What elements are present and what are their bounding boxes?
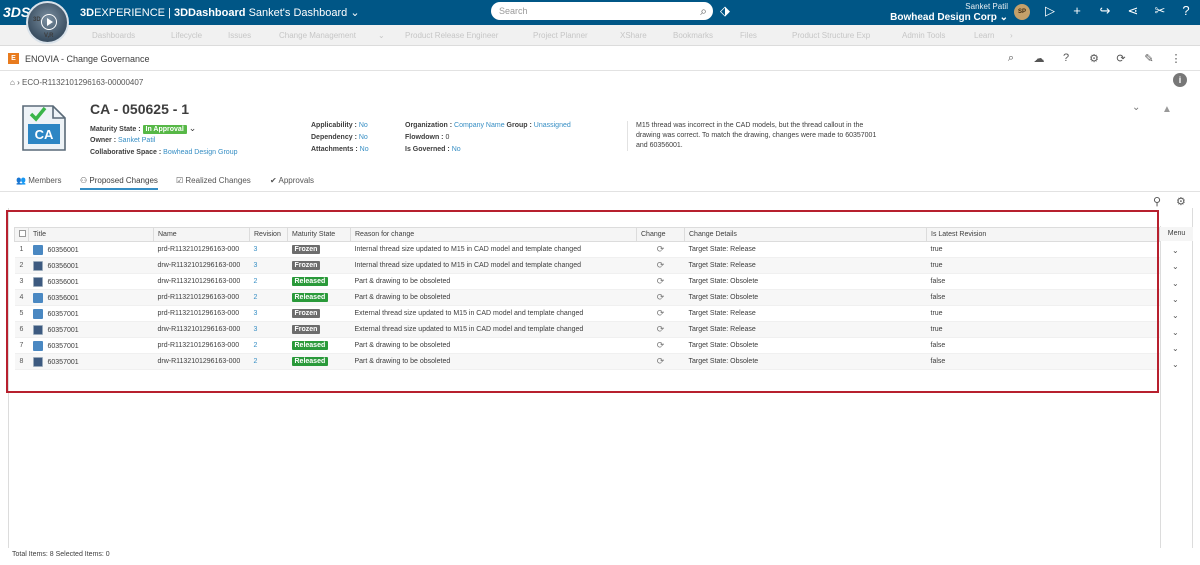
- tab-files[interactable]: Files: [740, 31, 757, 40]
- dashboard-name[interactable]: Sanket's Dashboard: [249, 7, 348, 19]
- tab-dashboards[interactable]: Dashboards: [92, 31, 135, 40]
- owner-link[interactable]: Sanket Patil: [118, 137, 155, 144]
- maturity-state: Maturity State : In Approval ⌄: [90, 123, 197, 134]
- tab-xshare[interactable]: XShare: [620, 31, 647, 40]
- row-menu-chevron-icon[interactable]: ⌄: [1172, 311, 1179, 320]
- tab-change-management[interactable]: Change Management: [279, 31, 356, 40]
- row-menu-chevron-icon[interactable]: ⌄: [1172, 246, 1179, 255]
- tab-admin-tools[interactable]: Admin Tools: [902, 31, 945, 40]
- breadcrumb: ⌂ › ECO-R1132101296163-00000407: [10, 78, 143, 87]
- person-icon: ⚇: [80, 176, 88, 185]
- is-governed: Is Governed : No: [405, 146, 461, 153]
- search-input[interactable]: Search ⌕: [491, 2, 713, 20]
- top-bar: 3DS 3DEXPERIENCE | 3DDashboard Sanket's …: [0, 0, 1200, 25]
- chevron-down-icon[interactable]: ⌄: [378, 31, 385, 40]
- tools-icon[interactable]: ✂: [1151, 3, 1169, 19]
- row-menu-chevron-icon[interactable]: ⌄: [1172, 360, 1179, 369]
- tab-proposed-changes[interactable]: ⚇ Proposed Changes: [80, 176, 158, 190]
- attachments: Attachments : No: [311, 146, 369, 153]
- tab-issues[interactable]: Issues: [228, 31, 251, 40]
- tab-learn[interactable]: Learn: [974, 31, 994, 40]
- user-name: Sanket Patil: [965, 2, 1008, 11]
- cloud-icon[interactable]: ☁: [1031, 52, 1047, 65]
- column-menu: Menu: [1160, 227, 1193, 241]
- company-name[interactable]: Bowhead Design Corp ⌄: [880, 12, 1008, 23]
- tab-bookmarks[interactable]: Bookmarks: [673, 31, 713, 40]
- chevron-down-icon[interactable]: ⌄: [350, 7, 359, 19]
- user-info[interactable]: Sanket Patil Bowhead Design Corp ⌄: [880, 1, 1008, 23]
- applicability: Applicability : No: [311, 122, 368, 129]
- page-title: CA - 050625 - 1: [90, 101, 190, 117]
- checklist-icon: ☑: [176, 176, 184, 185]
- highlight-box: [6, 210, 1159, 393]
- row-menu-chevron-icon[interactable]: ⌄: [1172, 262, 1179, 271]
- description: M15 thread was incorrect in the CAD mode…: [627, 121, 887, 151]
- check-circle-icon: ✔: [270, 176, 277, 185]
- row-menu-chevron-icon[interactable]: ⌄: [1172, 279, 1179, 288]
- compass-icon[interactable]: 3D V,R: [26, 1, 69, 44]
- change-action-icon: CA: [22, 105, 66, 151]
- dashboard-tabs: Dashboards Lifecycle Issues Change Manag…: [0, 25, 1200, 46]
- chevron-right-icon: ›: [17, 78, 20, 87]
- play-icon: [41, 14, 57, 30]
- divider: [0, 191, 1200, 192]
- binoculars-icon[interactable]: ⚲: [1153, 195, 1161, 208]
- tab-realized-changes[interactable]: ☑ Realized Changes: [176, 176, 251, 185]
- total-items: Total Items: 8: [12, 551, 54, 558]
- refresh-icon[interactable]: ⟳: [1113, 52, 1129, 65]
- collab-space-link[interactable]: Bowhead Design Group: [163, 149, 237, 156]
- network-icon[interactable]: ⋖: [1124, 3, 1142, 19]
- pin-icon[interactable]: ✎: [1141, 52, 1157, 65]
- tab-project-planner[interactable]: Project Planner: [533, 31, 588, 40]
- members-icon: 👥: [16, 176, 26, 185]
- app-title: ENOVIA - Change Governance: [25, 54, 150, 64]
- menu-column: [1160, 226, 1193, 548]
- svg-text:CA: CA: [35, 127, 54, 142]
- info-icon[interactable]: i: [1173, 73, 1187, 87]
- status-badge: In Approval: [142, 125, 187, 134]
- collaborative-space: Collaborative Space : Bowhead Design Gro…: [90, 149, 238, 156]
- chevron-down-icon: ⌄: [999, 12, 1008, 23]
- help-icon[interactable]: ?: [1177, 3, 1195, 18]
- tab-approvals[interactable]: ✔ Approvals: [270, 176, 314, 185]
- row-menu-chevron-icon[interactable]: ⌄: [1172, 328, 1179, 337]
- owner: Owner : Sanket Patil: [90, 137, 156, 144]
- collapse-icon[interactable]: ▲: [1162, 104, 1172, 115]
- help-icon[interactable]: ?: [1058, 52, 1074, 64]
- row-menu-chevron-icon[interactable]: ⌄: [1172, 344, 1179, 353]
- share-icon[interactable]: ↪: [1096, 3, 1114, 19]
- tabs-scroll-icon[interactable]: ›: [1010, 31, 1013, 40]
- chevron-down-icon[interactable]: ⌄: [1132, 102, 1140, 113]
- row-menu-chevron-icon[interactable]: ⌄: [1172, 295, 1179, 304]
- home-icon[interactable]: ⌂: [10, 78, 15, 87]
- app-logo-icon: E: [8, 53, 19, 64]
- gear-icon[interactable]: ⚙: [1086, 52, 1102, 65]
- tab-product-release-engineer[interactable]: Product Release Engineer: [405, 31, 498, 40]
- app-header: E ENOVIA - Change Governance ⌕ ☁ ? ⚙ ⟳ ✎…: [0, 50, 1200, 69]
- tab-members[interactable]: 👥 Members: [16, 176, 62, 185]
- search-icon[interactable]: ⌕: [1003, 52, 1019, 65]
- subtabs: 👥 Members ⚇ Proposed Changes ☑ Realized …: [0, 172, 1200, 192]
- tab-lifecycle[interactable]: Lifecycle: [171, 31, 202, 40]
- avatar[interactable]: SP: [1014, 4, 1030, 20]
- dependency: Dependency : No: [311, 134, 368, 141]
- brand-title: 3DEXPERIENCE | 3DDashboard Sanket's Dash…: [80, 7, 360, 19]
- more-icon[interactable]: ⋮: [1168, 52, 1184, 65]
- gear-icon[interactable]: ⚙: [1176, 195, 1186, 208]
- divider: [0, 70, 1200, 71]
- tag-icon[interactable]: ⬗: [720, 3, 730, 19]
- status-bar: Total Items: 8 Selected Items: 0: [12, 551, 110, 558]
- chat-icon[interactable]: ▷: [1041, 3, 1059, 19]
- search-icon[interactable]: ⌕: [700, 4, 707, 19]
- organization: Organization : Company Name Group : Unas…: [405, 122, 571, 129]
- breadcrumb-item[interactable]: ECO-R1132101296163-00000407: [22, 78, 143, 87]
- chevron-down-icon[interactable]: ⌄: [189, 123, 197, 133]
- tab-product-structure-exp[interactable]: Product Structure Exp: [792, 31, 870, 40]
- plus-icon[interactable]: +: [1068, 3, 1086, 18]
- selected-items: Selected Items: 0: [55, 551, 110, 558]
- flowdown: Flowdown : 0: [405, 134, 450, 141]
